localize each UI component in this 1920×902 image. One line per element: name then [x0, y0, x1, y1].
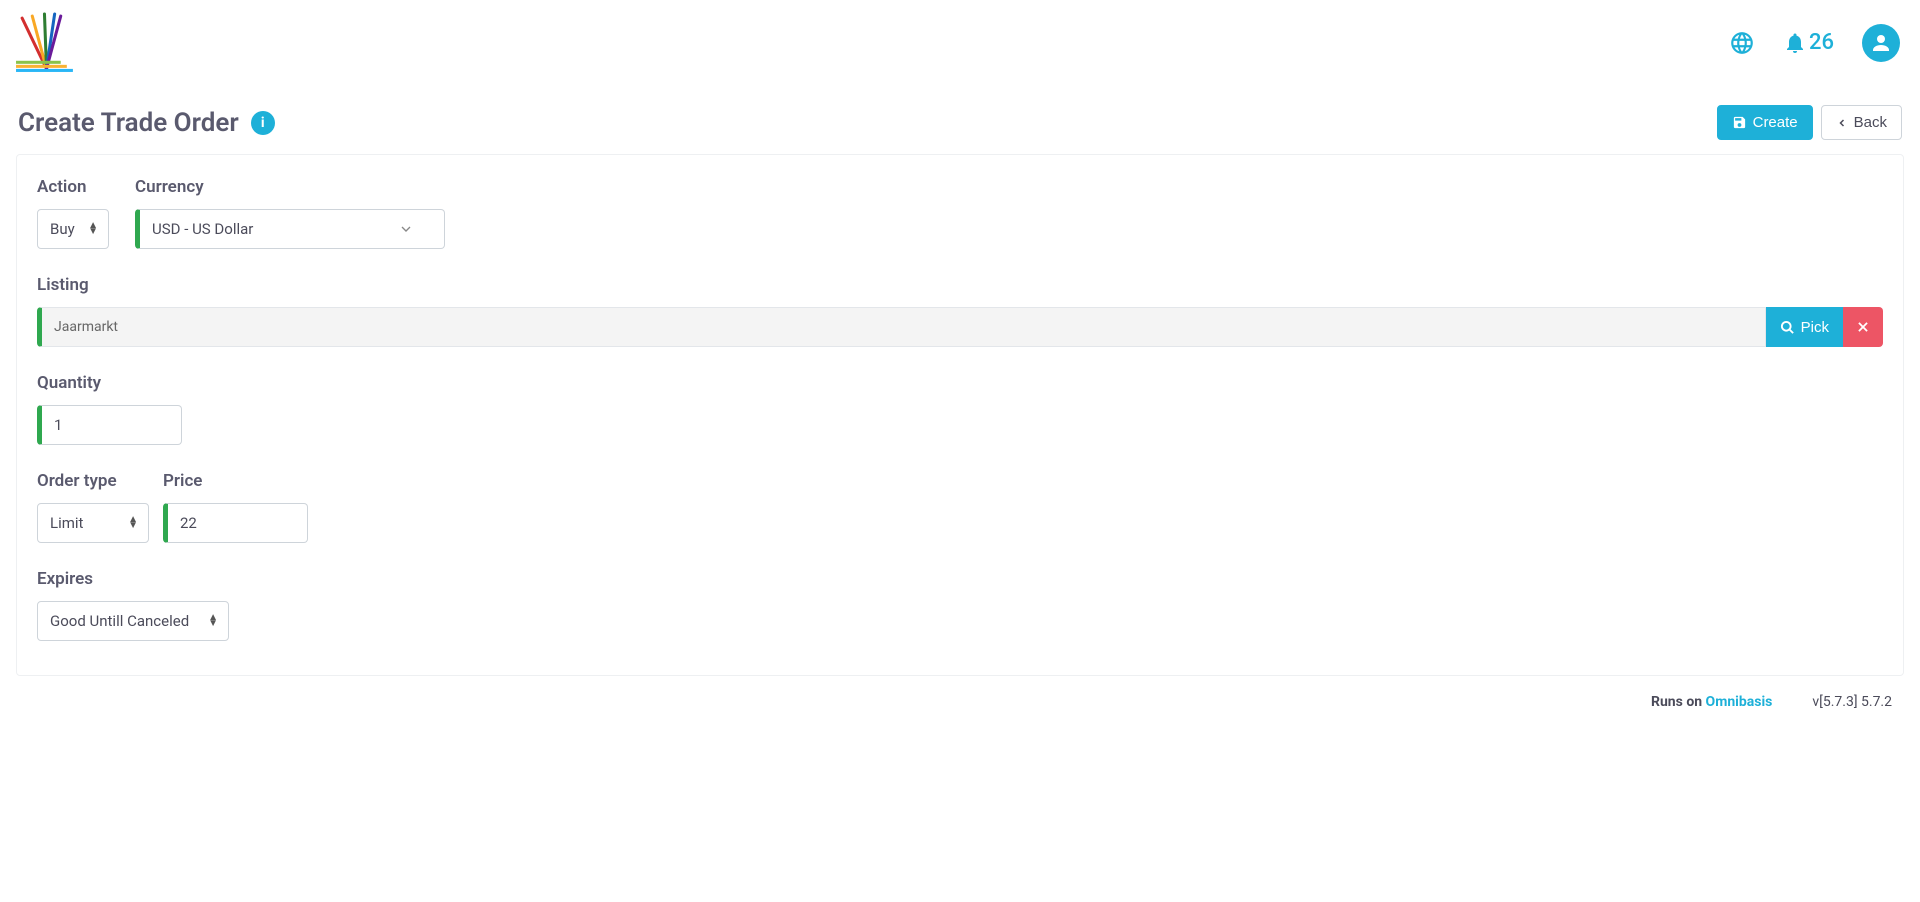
currency-field: Currency USD - US Dollar [135, 177, 445, 249]
search-icon [1780, 320, 1795, 335]
action-label: Action [37, 177, 109, 197]
currency-label: Currency [135, 177, 445, 197]
quantity-input[interactable]: 1 [37, 405, 182, 445]
listing-label: Listing [37, 275, 1883, 295]
sort-icon: ▲▼ [88, 223, 98, 235]
footer-branding: Runs on Omnibasis [1651, 694, 1772, 710]
page-title: Create Trade Order [18, 108, 239, 138]
clear-listing-button[interactable] [1843, 307, 1883, 347]
bell-icon [1783, 31, 1807, 55]
page-header: Create Trade Order i Create Back [0, 105, 1920, 140]
expires-field: Expires Good Untill Canceled ▲▼ [37, 569, 229, 641]
currency-select[interactable]: USD - US Dollar [135, 209, 445, 249]
logo[interactable] [14, 10, 79, 75]
topbar: 26 [0, 0, 1920, 85]
user-avatar[interactable] [1862, 24, 1900, 62]
order-type-label: Order type [37, 471, 149, 491]
listing-field: Listing Jaarmarkt Pick [37, 275, 1883, 347]
listing-input[interactable]: Jaarmarkt [37, 307, 1766, 347]
price-label: Price [163, 471, 308, 491]
save-icon [1732, 115, 1747, 130]
order-type-select[interactable]: Limit ▲▼ [37, 503, 149, 543]
create-button[interactable]: Create [1717, 105, 1813, 140]
brand-link[interactable]: Omnibasis [1706, 694, 1773, 710]
order-type-field: Order type Limit ▲▼ [37, 471, 149, 543]
footer: Runs on Omnibasis v[5.7.3] 5.7.2 [0, 694, 1920, 722]
version-label: v[5.7.3] 5.7.2 [1812, 694, 1892, 710]
action-field: Action Buy ▲▼ [37, 177, 109, 249]
price-input[interactable]: 22 [163, 503, 308, 543]
action-select[interactable]: Buy ▲▼ [37, 209, 109, 249]
sort-icon: ▲▼ [208, 615, 218, 627]
language-button[interactable] [1729, 30, 1755, 56]
pick-button[interactable]: Pick [1766, 307, 1843, 347]
person-icon [1869, 31, 1893, 55]
chevron-down-icon [398, 221, 414, 237]
price-field: Price 22 [163, 471, 308, 543]
notification-count: 26 [1809, 30, 1834, 55]
close-icon [1856, 320, 1870, 334]
topbar-right: 26 [1729, 24, 1900, 62]
quantity-field: Quantity 1 [37, 373, 182, 445]
notifications-button[interactable]: 26 [1783, 30, 1834, 55]
expires-select[interactable]: Good Untill Canceled ▲▼ [37, 601, 229, 641]
chevron-left-icon [1836, 117, 1848, 129]
info-icon[interactable]: i [251, 111, 275, 135]
form-card: Action Buy ▲▼ Currency USD - US Dollar L… [16, 154, 1904, 676]
quantity-label: Quantity [37, 373, 182, 393]
back-button[interactable]: Back [1821, 105, 1902, 140]
sort-icon: ▲▼ [128, 517, 138, 529]
globe-icon [1729, 30, 1755, 56]
expires-label: Expires [37, 569, 229, 589]
